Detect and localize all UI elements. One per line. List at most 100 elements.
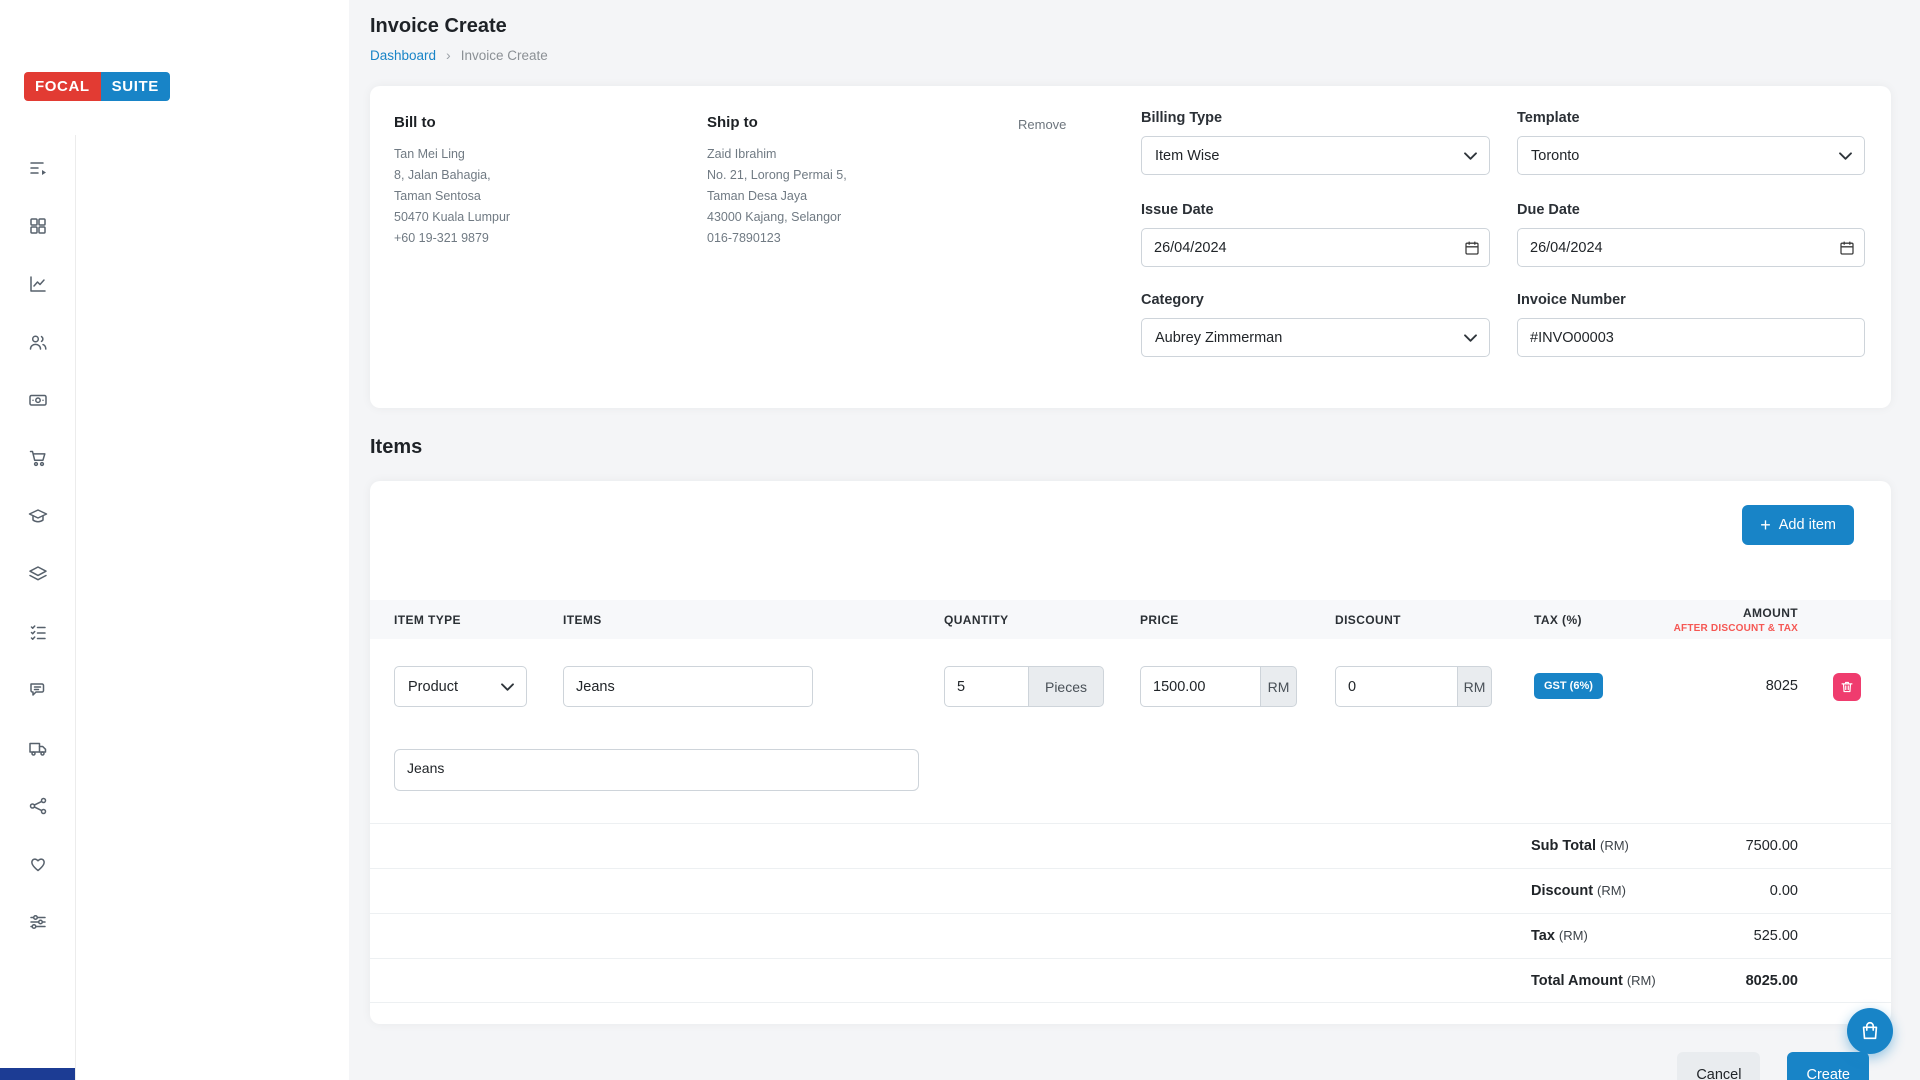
due-date-input[interactable] <box>1517 228 1865 267</box>
total-unit: (RM) <box>1627 973 1656 988</box>
template-select[interactable]: Toronto <box>1517 136 1865 175</box>
invoice-number-input[interactable] <box>1517 318 1865 357</box>
sliders-icon <box>28 912 48 932</box>
discount-input[interactable] <box>1335 666 1458 707</box>
item-description-textarea[interactable]: Jeans <box>394 749 919 791</box>
discount-currency: RM <box>1458 666 1492 707</box>
bill-to-heading: Bill to <box>394 114 510 131</box>
discount-unit: (RM) <box>1597 883 1626 898</box>
item-type-select[interactable]: Product <box>394 666 527 707</box>
price-input[interactable] <box>1140 666 1261 707</box>
category-value: Aubrey Zimmerman <box>1155 330 1282 346</box>
tax-unit: (RM) <box>1559 928 1588 943</box>
calendar-icon[interactable] <box>1464 240 1480 256</box>
sidebar-item-tasks[interactable] <box>28 622 48 642</box>
sidebar-item-analytics[interactable] <box>28 274 48 294</box>
checklist-icon <box>28 622 48 642</box>
cancel-button[interactable]: Cancel <box>1677 1052 1760 1080</box>
playlist-icon <box>28 158 48 178</box>
sidebar-item-users[interactable] <box>28 332 48 352</box>
quantity-unit: Pieces <box>1029 666 1104 707</box>
shopping-bag-icon <box>1859 1020 1881 1042</box>
add-item-button[interactable]: + Add item <box>1742 505 1854 545</box>
bill-to-address-line: 8, Jalan Bahagia, <box>394 165 510 186</box>
discount-group: RM <box>1335 666 1534 707</box>
due-date-label: Due Date <box>1517 202 1865 218</box>
tax-value: 525.00 <box>1754 928 1798 944</box>
create-button[interactable]: Create <box>1787 1052 1869 1080</box>
col-amount-title: AMOUNT <box>1743 606 1798 620</box>
sidebar-item-settings[interactable] <box>28 912 48 932</box>
sidebar-item-education[interactable] <box>28 506 48 526</box>
trash-icon <box>1840 680 1854 694</box>
delete-item-button[interactable] <box>1833 673 1861 701</box>
tax-label: Tax <box>1531 928 1555 944</box>
sidebar-item-fleet[interactable] <box>28 738 48 758</box>
summary-row-discount: Discount (RM) 0.00 <box>370 868 1891 913</box>
billing-type-select[interactable]: Item Wise <box>1141 136 1490 175</box>
price-group: RM <box>1140 666 1335 707</box>
category-label: Category <box>1141 292 1490 308</box>
col-amount: AMOUNT AFTER DISCOUNT & TAX <box>1720 606 1827 634</box>
template-field: Template Toronto <box>1517 110 1865 175</box>
row-amount: 8025 <box>1720 666 1827 707</box>
items-table-header: ITEM TYPE ITEMS QUANTITY PRICE DISCOUNT … <box>370 600 1891 639</box>
sidebar-item-messenger[interactable] <box>28 680 48 700</box>
sidebar-item-playlist[interactable] <box>28 158 48 178</box>
heart-icon <box>28 854 48 874</box>
issue-date-field: Issue Date <box>1141 202 1490 267</box>
chat-icon <box>28 680 48 700</box>
chevron-down-icon <box>1464 334 1477 342</box>
tax-badge[interactable]: GST (6%) <box>1534 673 1603 699</box>
issue-date-input[interactable] <box>1141 228 1490 267</box>
bill-to-name: Tan Mei Ling <box>394 144 510 165</box>
sidebar-item-network[interactable] <box>28 796 48 816</box>
sidebar-item-finance[interactable] <box>28 390 48 410</box>
price-currency: RM <box>1261 666 1297 707</box>
category-select[interactable]: Aubrey Zimmerman <box>1141 318 1490 357</box>
brand-logo: FOCAL SUITE <box>24 72 170 101</box>
main-content: Invoice Create Dashboard › Invoice Creat… <box>349 0 1920 1080</box>
discount-value: 0.00 <box>1770 883 1798 899</box>
floating-cart-button[interactable] <box>1847 1008 1893 1054</box>
col-quantity: QUANTITY <box>944 613 1140 627</box>
bill-to-address-line: Taman Sentosa <box>394 186 510 207</box>
ship-to-address-line: No. 21, Lorong Permai 5, <box>707 165 847 186</box>
share-network-icon <box>28 796 48 816</box>
ship-to-phone: 016-7890123 <box>707 228 847 249</box>
quantity-input[interactable] <box>944 666 1029 707</box>
remove-button[interactable]: Remove <box>1018 117 1066 132</box>
sidebar-item-apps[interactable] <box>28 216 48 236</box>
col-discount: DISCOUNT <box>1335 613 1534 627</box>
breadcrumb-dashboard-link[interactable]: Dashboard <box>370 47 436 64</box>
form-actions: Cancel Create <box>370 1024 1891 1080</box>
sidebar-rail <box>0 135 76 1080</box>
breadcrumb-separator: › <box>446 47 451 64</box>
bill-to-address-line: 50470 Kuala Lumpur <box>394 207 510 228</box>
plus-icon: + <box>1760 516 1771 534</box>
col-items: ITEMS <box>563 613 944 627</box>
sidebar-item-health[interactable] <box>28 854 48 874</box>
due-date-field: Due Date <box>1517 202 1865 267</box>
category-field: Category Aubrey Zimmerman <box>1141 292 1490 357</box>
ship-to-heading: Ship to <box>707 114 847 131</box>
ship-to-address-line: 43000 Kajang, Selangor <box>707 207 847 228</box>
graduation-cap-icon <box>28 506 48 526</box>
bill-to-phone: +60 19-321 9879 <box>394 228 510 249</box>
summary-row-subtotal: Sub Total(RM) 7500.00 <box>370 823 1891 868</box>
ship-to-name: Zaid Ibrahim <box>707 144 847 165</box>
total-value: 8025.00 <box>1746 973 1798 989</box>
calendar-icon[interactable] <box>1839 240 1855 256</box>
item-name-input[interactable] <box>563 666 813 707</box>
cart-icon <box>28 448 48 468</box>
item-row: Product Pieces RM RM <box>370 666 1891 707</box>
ship-to-address-line: Taman Desa Jaya <box>707 186 847 207</box>
sidebar-item-layers[interactable] <box>28 564 48 584</box>
chevron-down-icon <box>1464 152 1477 160</box>
invoice-details-card: Bill to Tan Mei Ling 8, Jalan Bahagia, T… <box>370 86 1891 408</box>
brand-suite: SUITE <box>101 72 170 101</box>
truck-icon <box>28 738 48 758</box>
template-label: Template <box>1517 110 1865 126</box>
discount-label: Discount <box>1531 883 1593 899</box>
sidebar-item-pos[interactable] <box>28 448 48 468</box>
